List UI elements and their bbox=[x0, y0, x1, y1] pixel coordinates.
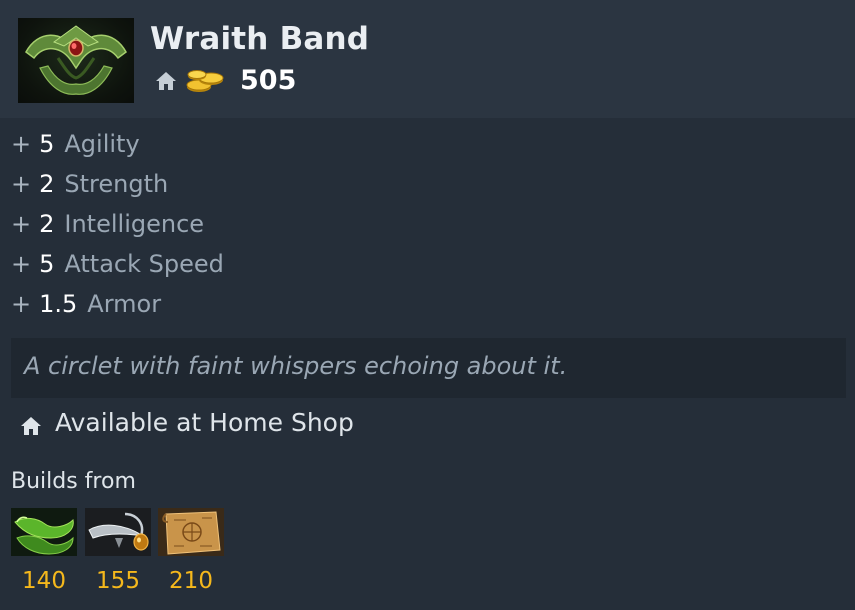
circlet-icon[interactable] bbox=[85, 508, 151, 556]
stat-plus-sign: + bbox=[11, 290, 32, 318]
lore-box: A circlet with faint whispers echoing ab… bbox=[11, 338, 846, 398]
stat-value: 5 bbox=[39, 250, 55, 278]
stat-value: 2 bbox=[39, 210, 55, 238]
stat-plus-sign: + bbox=[11, 250, 32, 278]
item-cost-row: 505 bbox=[155, 65, 355, 96]
item-cost-value: 505 bbox=[240, 65, 297, 96]
stat-plus-sign: + bbox=[11, 210, 32, 238]
item-tooltip: Wraith Band 505 +5 Agility +2 Strength +2 I… bbox=[0, 0, 855, 610]
item-header: Wraith Band 505 bbox=[0, 0, 855, 118]
availability-text: Available at Home Shop bbox=[55, 408, 354, 437]
stat-strength: +2 Strength bbox=[11, 167, 224, 207]
component-cost: 155 bbox=[96, 568, 140, 594]
stat-name: Intelligence bbox=[64, 210, 205, 238]
stat-attack-speed: +5 Attack Speed bbox=[11, 247, 224, 287]
home-shop-icon bbox=[21, 417, 41, 435]
availability-row: Available at Home Shop bbox=[20, 408, 520, 444]
stat-name: Attack Speed bbox=[64, 250, 224, 278]
stat-value: 2 bbox=[39, 170, 55, 198]
stat-armor: +1.5 Armor bbox=[11, 287, 224, 327]
stat-value: 5 bbox=[39, 130, 55, 158]
home-shop-icon bbox=[156, 72, 176, 90]
item-name: Wraith Band bbox=[150, 21, 370, 57]
stat-plus-sign: + bbox=[11, 170, 32, 198]
wraith-band-item-icon bbox=[18, 18, 134, 103]
recipe-scroll-icon[interactable] bbox=[158, 508, 224, 556]
builds-from-label: Builds from bbox=[11, 469, 136, 494]
slippers-of-agility-icon[interactable] bbox=[11, 508, 77, 556]
stat-intelligence: +2 Intelligence bbox=[11, 207, 224, 247]
stat-name: Strength bbox=[64, 170, 169, 198]
stat-name: Armor bbox=[87, 290, 162, 318]
stat-plus-sign: + bbox=[11, 130, 32, 158]
lore-text: A circlet with faint whispers echoing ab… bbox=[24, 352, 568, 380]
component-cost: 210 bbox=[169, 568, 213, 594]
gold-coins-icon bbox=[186, 70, 224, 92]
stat-value: 1.5 bbox=[39, 290, 78, 318]
stat-agility: +5 Agility bbox=[11, 127, 224, 167]
stat-name: Agility bbox=[64, 130, 140, 158]
component-cost: 140 bbox=[22, 568, 66, 594]
stats-list: +5 Agility +2 Strength +2 Intelligence +5 At… bbox=[11, 127, 224, 327]
